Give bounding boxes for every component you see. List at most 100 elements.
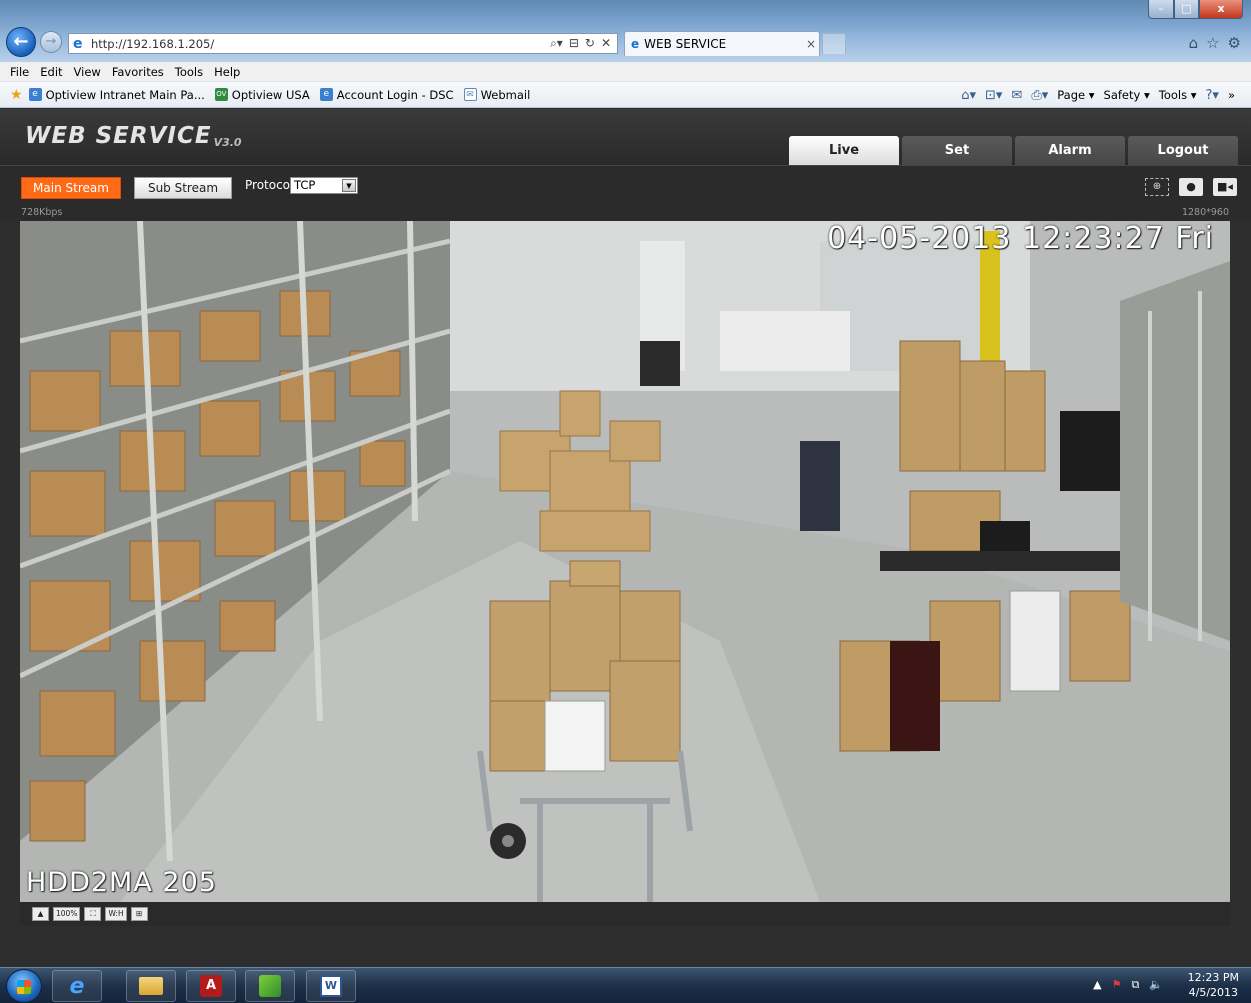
favorites-bar: ★ e Optiview Intranet Main Pa... OV Opti… xyxy=(0,82,1251,108)
favorite-account-login[interactable]: e Account Login - DSC xyxy=(319,87,454,102)
home-dropdown-icon[interactable]: ⌂▾ xyxy=(961,88,976,103)
back-button[interactable]: ← xyxy=(6,27,36,57)
mail-icon: ✉ xyxy=(463,88,477,101)
main-nav: Live Set Alarm Logout xyxy=(789,136,1238,165)
action-center-flag-icon[interactable]: ⚑ xyxy=(1112,978,1122,992)
menu-view[interactable]: View xyxy=(74,65,101,79)
minimize-button[interactable]: – xyxy=(1148,0,1174,19)
app-logo: WEB SERVICE V3.0 xyxy=(25,123,242,149)
tab-live[interactable]: Live xyxy=(789,136,899,165)
taskbar-explorer-icon[interactable] xyxy=(126,970,176,1002)
tab-title: WEB SERVICE xyxy=(644,37,727,51)
menu-file[interactable]: File xyxy=(10,65,29,79)
add-favorites-star-icon[interactable]: ★ xyxy=(10,87,23,103)
ie-page-icon: e xyxy=(28,88,42,101)
clock-date: 4/5/2013 xyxy=(1188,986,1239,999)
main-stream-button[interactable]: Main Stream xyxy=(21,177,121,199)
sub-stream-button[interactable]: Sub Stream xyxy=(134,177,232,199)
logo-version: V3.0 xyxy=(213,136,242,149)
osd-camera-name: HDD2MA 205 xyxy=(26,867,217,898)
maximize-button[interactable]: □ xyxy=(1174,0,1199,19)
taskbar-pdf-icon[interactable]: A xyxy=(186,970,236,1002)
bitrate-readout: 728Kbps xyxy=(21,207,63,218)
safety-menu[interactable]: Safety ▾ xyxy=(1104,88,1150,102)
search-dropdown-icon[interactable]: ⌕▾ xyxy=(550,36,563,51)
refresh-icon[interactable]: ↻ xyxy=(585,36,595,51)
favorite-optiview-intranet[interactable]: e Optiview Intranet Main Pa... xyxy=(28,88,205,102)
window-controls: – □ x xyxy=(1148,0,1243,19)
stop-icon[interactable]: ✕ xyxy=(601,36,611,51)
show-hidden-icons-icon[interactable]: ▲ xyxy=(1093,978,1101,992)
protocol-value: TCP xyxy=(294,178,316,192)
image-adjust-icon[interactable]: ▲ xyxy=(32,907,49,921)
close-button[interactable]: x xyxy=(1199,0,1243,19)
more-chevron-icon[interactable]: » xyxy=(1228,88,1235,102)
stream-info: 728Kbps 1280*960 xyxy=(0,207,1251,221)
address-tools: ⌕▾ ⊟ ↻ ✕ xyxy=(550,36,617,51)
taskbar-ie-icon[interactable]: e xyxy=(52,970,102,1002)
tab-close-icon[interactable]: × xyxy=(803,37,819,51)
fullscreen-icon[interactable]: ⛶ xyxy=(84,907,102,921)
grid-icon[interactable]: ⊞ xyxy=(130,907,148,921)
warehouse-camera-feed xyxy=(20,221,1230,902)
chevron-down-icon[interactable]: ▼ xyxy=(342,179,356,192)
feeds-icon[interactable]: ⊡▾ xyxy=(985,88,1002,103)
address-bar[interactable]: e http://192.168.1.205/ ⌕▾ ⊟ ↻ ✕ xyxy=(68,33,618,54)
view-tools: ⊕ ● ■◂ xyxy=(1145,178,1237,196)
ie-page-icon: e xyxy=(319,88,333,101)
browser-titlebar: ← → e http://192.168.1.205/ ⌕▾ ⊟ ↻ ✕ e W… xyxy=(0,0,1251,62)
aspect-ratio-button[interactable]: W:H xyxy=(105,907,127,921)
protocol-label: Protocol xyxy=(245,178,294,192)
forward-button[interactable]: → xyxy=(40,31,62,53)
command-bar: ⌂▾ ⊡▾ ✉ ⎙▾ Page ▾ Safety ▾ Tools ▾ ?▾ » xyxy=(961,82,1235,108)
tab-logout[interactable]: Logout xyxy=(1128,136,1238,165)
taskbar-gallery-icon[interactable] xyxy=(245,970,295,1002)
menu-edit[interactable]: Edit xyxy=(40,65,62,79)
tab-alarm[interactable]: Alarm xyxy=(1015,136,1125,165)
menu-help[interactable]: Help xyxy=(214,65,240,79)
favorites-star-icon[interactable]: ☆ xyxy=(1206,34,1219,52)
compatibility-view-icon[interactable]: ⊟ xyxy=(569,36,579,51)
protocol-select[interactable]: TCP ▼ xyxy=(290,177,358,194)
record-video-icon[interactable]: ■◂ xyxy=(1213,178,1237,196)
clock-time: 12:23 PM xyxy=(1187,971,1239,984)
help-icon[interactable]: ?▾ xyxy=(1206,88,1219,103)
taskbar-clock[interactable]: 12:23 PM 4/5/2013 xyxy=(1188,970,1239,1000)
original-size-button[interactable]: 100% xyxy=(53,907,81,921)
favorite-label: Optiview USA xyxy=(231,87,310,102)
favorite-webmail[interactable]: ✉ Webmail xyxy=(463,88,530,102)
menu-tools[interactable]: Tools xyxy=(175,65,203,79)
new-tab-button[interactable] xyxy=(822,33,846,54)
browser-tab[interactable]: e WEB SERVICE × xyxy=(624,31,820,56)
snapshot-camera-icon[interactable]: ● xyxy=(1179,178,1203,196)
tab-set[interactable]: Set xyxy=(902,136,1012,165)
ie-page-icon: e xyxy=(73,35,83,52)
network-icon[interactable]: ⧉ xyxy=(1131,978,1139,992)
favorite-label: Account Login - DSC xyxy=(336,87,454,102)
logo-text: WEB SERVICE xyxy=(25,123,212,149)
resolution-readout: 1280*960 xyxy=(1181,207,1229,218)
browser-right-icons: ⌂ ☆ ⚙ xyxy=(1189,34,1241,52)
web-service-app: WEB SERVICE V3.0 Live Set Alarm Logout Ma… xyxy=(0,109,1251,967)
screen: ← → e http://192.168.1.205/ ⌕▾ ⊟ ↻ ✕ e W… xyxy=(0,0,1251,1003)
system-tray: ▲ ⚑ ⧉ 🔈 xyxy=(1093,978,1163,992)
windows-taskbar: e A W ▲ ⚑ ⧉ 🔈 12:23 PM 4/5/2013 xyxy=(0,967,1251,1003)
start-button[interactable] xyxy=(6,969,42,1003)
stream-toolbar: Main Stream Sub Stream Protocol TCP ▼ ⊕ … xyxy=(0,165,1251,207)
taskbar-word-icon[interactable]: W xyxy=(306,970,356,1002)
home-icon[interactable]: ⌂ xyxy=(1189,34,1199,52)
app-header: WEB SERVICE V3.0 Live Set Alarm Logout xyxy=(0,109,1251,165)
volume-icon[interactable]: 🔈 xyxy=(1149,978,1163,992)
page-menu[interactable]: Page ▾ xyxy=(1057,88,1094,102)
live-video-view[interactable]: 04-05-2013 12:23:27 Fri HDD2MA 205 xyxy=(20,221,1230,902)
video-tools: ▲ 100% ⛶ W:H ⊞ xyxy=(20,902,1230,926)
address-url[interactable]: http://192.168.1.205/ xyxy=(91,37,550,51)
tab-ie-icon: e xyxy=(631,37,640,51)
favorite-optiview-usa[interactable]: OV Optiview USA xyxy=(214,87,310,102)
tools-menu[interactable]: Tools ▾ xyxy=(1159,88,1197,102)
menu-favorites[interactable]: Favorites xyxy=(112,65,164,79)
print-icon[interactable]: ⎙▾ xyxy=(1031,88,1048,103)
digital-zoom-icon[interactable]: ⊕ xyxy=(1145,178,1169,196)
settings-gear-icon[interactable]: ⚙ xyxy=(1228,34,1241,52)
read-mail-icon[interactable]: ✉ xyxy=(1011,88,1022,103)
